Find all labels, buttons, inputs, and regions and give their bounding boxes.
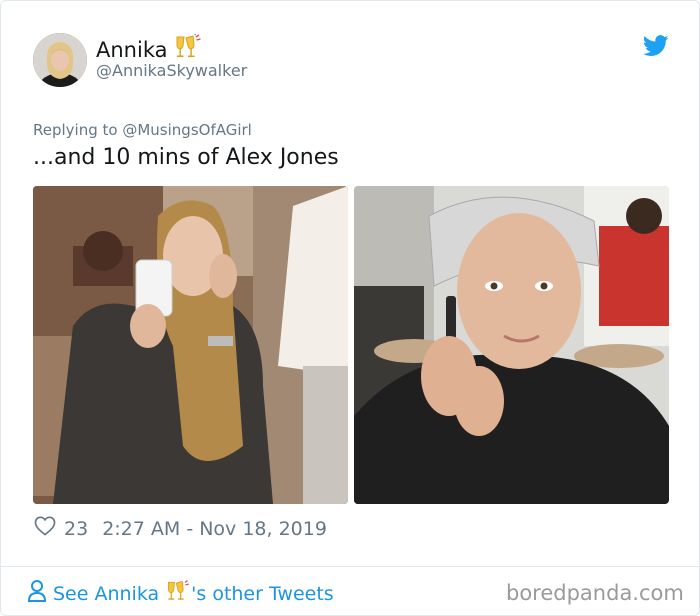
display-name-text: Annika	[96, 37, 168, 62]
clinking-glasses-icon	[165, 579, 191, 608]
tweet-photo-2[interactable]	[354, 186, 669, 504]
replying-to: Replying to @MusingsOfAGirl	[33, 121, 252, 139]
tweet-timestamp[interactable]: 2:27 AM - Nov 18, 2019	[102, 518, 327, 540]
heart-outline-icon[interactable]	[34, 516, 56, 541]
watermark: boredpanda.com	[506, 581, 684, 605]
tweet-meta: 23 2:27 AM - Nov 18, 2019	[34, 516, 327, 541]
person-outline-icon	[27, 579, 47, 608]
tweet-card: Annika @AnnikaSkywalker Replying to @Mus…	[0, 0, 700, 616]
twitter-bird-icon[interactable]	[642, 35, 669, 57]
replying-to-mention[interactable]: @MusingsOfAGirl	[122, 121, 252, 139]
see-other-tweets-link[interactable]: See Annika 's other Tweets	[27, 579, 334, 608]
user-handle[interactable]: @AnnikaSkywalker	[96, 61, 247, 80]
replying-to-label: Replying to	[33, 121, 118, 139]
footer-divider	[1, 566, 699, 567]
tweet-text: ...and 10 mins of Alex Jones	[33, 145, 339, 170]
see-other-tweets-prefix: See Annika	[53, 582, 160, 605]
tweet-photo-1[interactable]	[33, 186, 348, 504]
see-other-tweets-suffix: 's other Tweets	[191, 582, 334, 605]
like-count: 23	[64, 517, 89, 540]
avatar[interactable]	[33, 33, 87, 87]
